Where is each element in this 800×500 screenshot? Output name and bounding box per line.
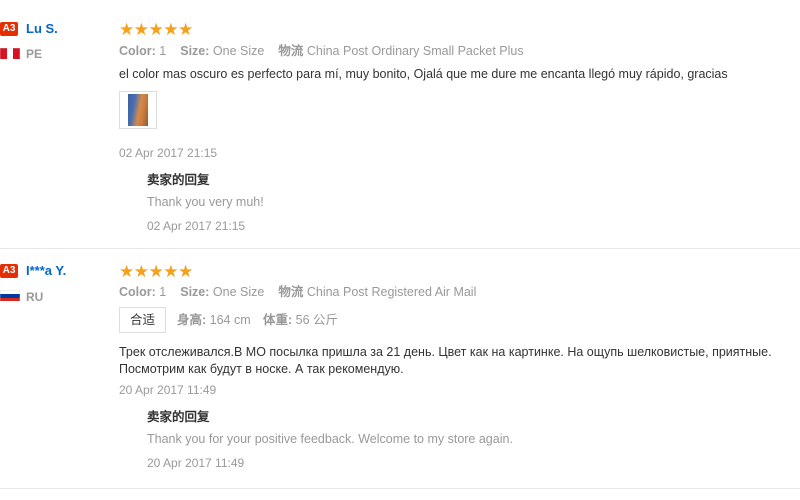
logistics-value: China Post Ordinary Small Packet Plus xyxy=(306,44,524,58)
star-icon: ★ xyxy=(148,262,164,281)
review-item: A3 Lu S. PE ★★★★★ Color: 1 Size: One Size… xyxy=(0,0,800,248)
seller-reply-title: 卖家的回复 xyxy=(147,173,210,187)
height-value: 164 cm xyxy=(209,313,251,327)
buyer-level-badge: A3 xyxy=(0,22,18,36)
star-icon: ★ xyxy=(133,20,149,39)
star-icon: ★ xyxy=(178,262,193,281)
review-date: 02 Apr 2017 21:15 xyxy=(119,146,218,160)
star-icon: ★ xyxy=(119,20,134,39)
star-icon: ★ xyxy=(178,20,193,39)
order-attributes: Color: 1 Size: One Size 物流 China Post Regi… xyxy=(119,284,476,300)
size-label: Size: xyxy=(180,44,210,58)
logistics-label: 物流 xyxy=(278,44,304,58)
buyer-level-badge: A3 xyxy=(0,264,18,278)
seller-reply-title: 卖家的回复 xyxy=(147,410,210,424)
fit-badge: 合适 xyxy=(119,307,167,333)
star-rating: ★★★★★ xyxy=(119,20,193,39)
reviewer-country: PE xyxy=(26,47,43,61)
color-value: 1 xyxy=(159,44,167,58)
size-label: Size: xyxy=(180,285,210,299)
star-icon: ★ xyxy=(133,262,149,281)
peru-flag-icon xyxy=(0,47,20,59)
russia-flag-icon xyxy=(0,289,20,301)
logistics-label: 物流 xyxy=(278,285,304,299)
star-icon: ★ xyxy=(119,262,134,281)
logistics-value: China Post Registered Air Mail xyxy=(306,285,477,299)
weight-label: 体重: xyxy=(263,313,293,327)
star-rating: ★★★★★ xyxy=(119,262,193,281)
review-comment: el color mas oscuro es perfecto para mí,… xyxy=(119,67,728,81)
review-photo-image xyxy=(128,94,148,126)
order-attributes: Color: 1 Size: One Size 物流 China Post Ordi… xyxy=(119,43,524,59)
review-date: 20 Apr 2017 11:49 xyxy=(119,383,217,397)
color-label: Color: xyxy=(119,44,156,58)
review-comment: Трек отслеживался.В МО посылка пришла за… xyxy=(119,344,772,378)
height-info: 身高: 164 cm xyxy=(177,312,251,328)
size-value: One Size xyxy=(212,285,265,299)
review-comment-line: Посмотрим как будут в носке. А так реком… xyxy=(119,362,404,376)
star-icon: ★ xyxy=(148,20,164,39)
review-photo-thumbnail[interactable] xyxy=(119,91,157,129)
color-label: Color: xyxy=(119,285,156,299)
star-icon: ★ xyxy=(163,262,178,281)
weight-value: 56 公斤 xyxy=(295,313,339,327)
reviewer-name[interactable]: Lu S. xyxy=(26,21,58,37)
seller-reply-text: Thank you for your positive feedback. We… xyxy=(147,432,513,446)
height-label: 身高: xyxy=(177,313,207,327)
color-value: 1 xyxy=(159,285,167,299)
size-value: One Size xyxy=(212,44,265,58)
weight-info: 体重: 56 公斤 xyxy=(263,312,338,328)
review-divider xyxy=(0,488,800,489)
reviewer-name[interactable]: I***a Y. xyxy=(26,263,66,279)
review-item: A3 I***a Y. RU ★★★★★ Color: 1 Size: One S… xyxy=(0,249,800,500)
seller-reply-date: 20 Apr 2017 11:49 xyxy=(147,456,245,470)
seller-reply-text: Thank you very muh! xyxy=(147,195,264,209)
reviewer-country: RU xyxy=(26,290,44,304)
seller-reply-date: 02 Apr 2017 21:15 xyxy=(147,219,246,233)
review-comment-line: Трек отслеживался.В МО посылка пришла за… xyxy=(119,345,772,359)
star-icon: ★ xyxy=(163,20,178,39)
